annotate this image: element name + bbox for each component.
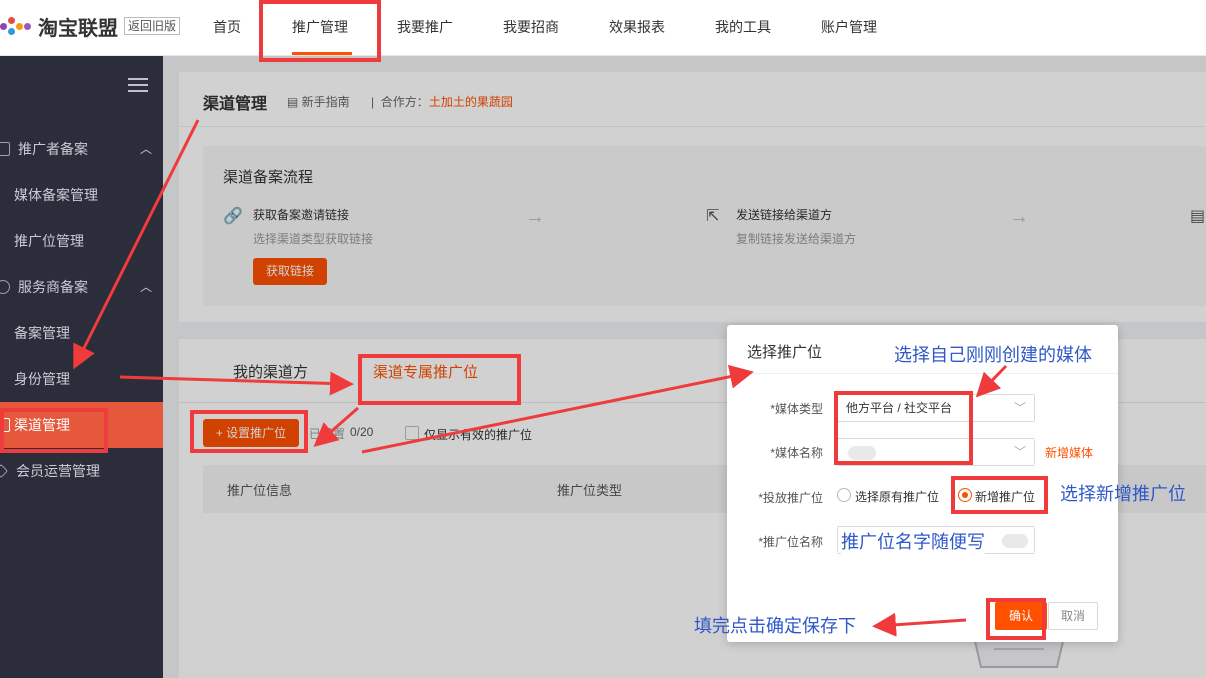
- sidebar-item-label: 会员运营管理: [16, 463, 100, 479]
- get-link-button[interactable]: 获取链接: [253, 258, 327, 285]
- channel-header-card: 渠道管理 ▤ 新手指南 | 合作方：土加土的果蔬园 渠道备案流程 🔗 获取备案邀…: [179, 72, 1206, 322]
- logo-icon: [0, 14, 34, 38]
- sidebar-item-label: 渠道管理: [14, 417, 70, 433]
- nav-promotion-management[interactable]: 推广管理: [292, 17, 348, 37]
- confirm-button[interactable]: 确认: [995, 602, 1047, 630]
- new-pid-label: 新增推广位: [975, 490, 1036, 504]
- media-type-select[interactable]: 他方平台 / 社交平台 ﹀: [837, 394, 1035, 422]
- link-icon: 🔗: [223, 208, 243, 225]
- only-valid-checkbox[interactable]: [405, 426, 419, 440]
- redacted-pid-name: [1002, 534, 1028, 548]
- sidebar-item-filing-management[interactable]: 备案管理: [0, 310, 163, 356]
- chevron-down-icon: ﹀: [1013, 445, 1026, 459]
- media-type-value: 他方平台 / 社交平台: [846, 401, 953, 415]
- guide-label: 新手指南: [301, 95, 350, 109]
- nav-active-indicator: [292, 52, 352, 55]
- nav-recruit[interactable]: 我要招商: [503, 17, 559, 37]
- channel-icon: [0, 418, 10, 432]
- nav-home[interactable]: 首页: [213, 17, 241, 37]
- new-pid-radio[interactable]: [958, 488, 972, 502]
- only-valid-label: 仅显示有效的推广位: [424, 428, 533, 442]
- note-save-hint: 填完点击确定保存下: [694, 616, 856, 636]
- sidebar-item-media-filing[interactable]: 媒体备案管理: [0, 172, 163, 218]
- nav-account[interactable]: 账户管理: [821, 17, 877, 37]
- member-icon: [0, 463, 9, 479]
- placement-label: *投放推广位: [758, 491, 823, 505]
- sidebar-group-service[interactable]: 服务商备案 ︿: [0, 264, 163, 310]
- share-icon: ⇱: [706, 208, 720, 225]
- sidebar-item-label: 推广者备案: [18, 141, 88, 157]
- chevron-down-icon: ﹀: [1013, 401, 1026, 415]
- document-icon: ▤: [1190, 208, 1206, 225]
- note-pid-name-hint: 推广位名字随便写: [841, 528, 985, 554]
- step1-subtitle: 选择渠道类型获取链接: [253, 232, 374, 246]
- chevron-up-icon: ︿: [140, 142, 153, 156]
- note-choose-media: 选择自己刚刚创建的媒体: [894, 345, 1092, 365]
- arrow-right-icon: →: [525, 206, 545, 228]
- column-header: 推广位信息: [227, 483, 293, 498]
- media-type-label: *媒体类型: [770, 402, 823, 416]
- sidebar-item-member[interactable]: 会员运营管理: [0, 448, 163, 494]
- book-icon: ▤: [287, 95, 302, 109]
- page-title: 渠道管理: [203, 96, 268, 113]
- back-to-old-version-link[interactable]: 返回旧版: [124, 17, 181, 35]
- arrow-right-icon: →: [1009, 206, 1029, 228]
- logo-text: 淘宝联盟: [38, 17, 118, 40]
- modal-title: 选择推广位: [747, 344, 823, 361]
- flow-title: 渠道备案流程: [223, 169, 314, 186]
- cancel-button[interactable]: 取消: [1048, 602, 1098, 630]
- partner-info: | 合作方：土加土的果蔬园: [371, 95, 513, 109]
- sidebar-item-identity[interactable]: 身份管理: [0, 356, 163, 402]
- tab-my-channels[interactable]: 我的渠道方: [233, 361, 308, 382]
- sidebar: 推广者备案 ︿ 媒体备案管理 推广位管理 服务商备案 ︿ 备案管理 身份管理 渠…: [0, 56, 163, 678]
- step2-title: 发送链接给渠道方: [736, 208, 833, 222]
- step2-subtitle: 复制链接发送给渠道方: [736, 232, 857, 246]
- nav-promote[interactable]: 我要推广: [397, 17, 453, 37]
- sidebar-item-pid-management[interactable]: 推广位管理: [0, 218, 163, 264]
- add-media-link[interactable]: 新增媒体: [1045, 444, 1093, 461]
- partner-label: 合作方：: [380, 95, 429, 109]
- nav-reports[interactable]: 效果报表: [609, 17, 665, 37]
- menu-toggle-icon[interactable]: [128, 78, 148, 92]
- redacted-media-name: [848, 446, 876, 460]
- top-nav: 淘宝联盟 返回旧版 首页 推广管理 我要推广 我要招商 效果报表 我的工具 账户…: [0, 0, 1206, 56]
- nav-tools[interactable]: 我的工具: [715, 17, 771, 37]
- filing-flow: 渠道备案流程 🔗 获取备案邀请链接 选择渠道类型获取链接 获取链接 → ⇱ 发送…: [203, 146, 1206, 306]
- partner-value[interactable]: 土加土的果蔬园: [429, 95, 513, 109]
- divider: [727, 373, 1118, 374]
- step1-title: 获取备案邀请链接: [253, 208, 350, 222]
- pid-name-label: *推广位名称: [758, 535, 823, 549]
- set-pid-button[interactable]: + 设置推广位: [203, 419, 299, 447]
- media-name-select[interactable]: ﹀: [837, 438, 1035, 466]
- media-name-label: *媒体名称: [770, 446, 823, 460]
- sidebar-item-label: 推广位管理: [14, 233, 84, 249]
- sidebar-item-channel[interactable]: 渠道管理: [0, 402, 163, 448]
- chevron-up-icon: ︿: [140, 280, 153, 294]
- service-icon: [0, 280, 10, 294]
- column-header: 推广位类型: [557, 483, 623, 498]
- set-count: 0/20: [350, 425, 374, 439]
- sidebar-item-label: 服务商备案: [18, 279, 88, 295]
- note-choose-new-pid: 选择新增推广位: [1060, 484, 1186, 504]
- existing-pid-radio[interactable]: [837, 488, 851, 502]
- logo[interactable]: 淘宝联盟 返回旧版: [0, 14, 181, 40]
- sidebar-item-label: 备案管理: [14, 325, 70, 341]
- divider: [179, 126, 1206, 127]
- existing-pid-label: 选择原有推广位: [855, 490, 940, 504]
- set-count-label: 已设置: [309, 427, 346, 441]
- tab-channel-pid[interactable]: 渠道专属推广位: [373, 361, 478, 382]
- sidebar-group-promoter[interactable]: 推广者备案 ︿: [0, 126, 163, 172]
- megaphone-icon: [0, 142, 10, 156]
- sidebar-item-label: 身份管理: [14, 371, 70, 387]
- sidebar-item-label: 媒体备案管理: [14, 187, 98, 203]
- guide-link[interactable]: ▤ 新手指南: [287, 93, 350, 110]
